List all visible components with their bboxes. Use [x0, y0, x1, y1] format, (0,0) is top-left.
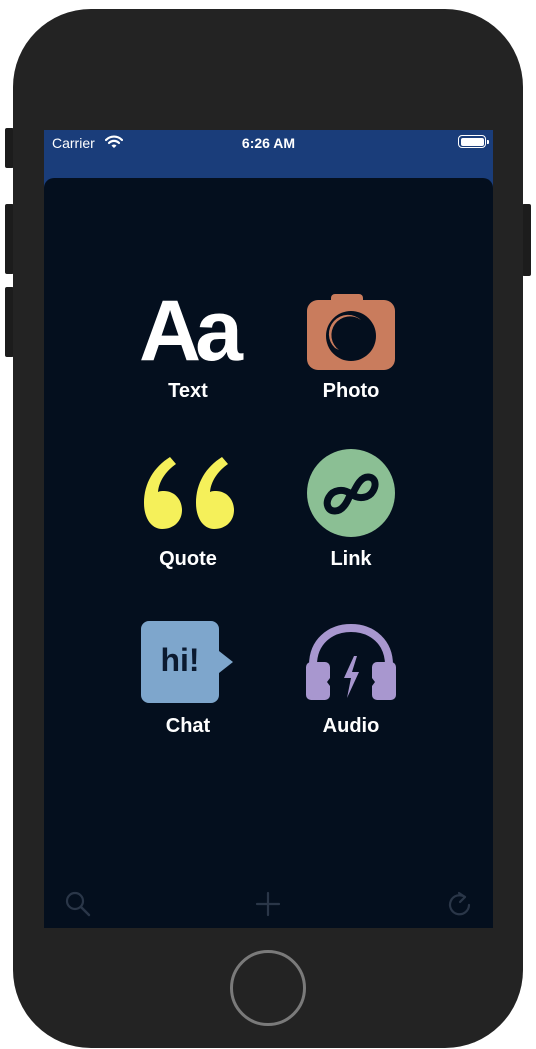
post-type-label: Text: [168, 380, 208, 402]
post-type-link[interactable]: Link: [276, 449, 426, 571]
chat-hi-icon: hi!: [133, 619, 243, 705]
post-type-text[interactable]: Aa Text: [113, 288, 263, 403]
screen: Carrier 6:26 AM Aa Text Photo Quote Link…: [44, 130, 493, 928]
status-bar: Carrier 6:26 AM: [44, 130, 493, 156]
battery-icon: [458, 135, 489, 148]
text-aa-icon: Aa: [139, 283, 243, 379]
power-button: [522, 204, 531, 276]
status-time: 6:26 AM: [241, 135, 296, 151]
post-type-audio[interactable]: Audio: [276, 619, 426, 738]
quote-icon: [133, 450, 243, 536]
home-button[interactable]: [230, 950, 306, 1026]
refresh-icon[interactable]: [446, 890, 474, 918]
post-type-photo[interactable]: Photo: [276, 288, 426, 403]
bottom-toolbar: [44, 880, 493, 928]
search-icon[interactable]: [64, 890, 92, 918]
camera-icon: [296, 288, 406, 374]
post-type-label: Quote: [159, 548, 217, 570]
plus-icon[interactable]: [254, 890, 282, 918]
post-type-label: Chat: [165, 715, 211, 737]
post-type-label: Link: [330, 548, 372, 570]
post-type-label: Audio: [322, 715, 380, 737]
svg-text:hi!: hi!: [160, 642, 199, 678]
headphones-icon: [296, 619, 406, 705]
post-type-sheet: Aa Text Photo Quote Link hi! Chat Audio: [44, 178, 493, 928]
post-type-chat[interactable]: hi! Chat: [113, 619, 263, 738]
link-icon: [296, 449, 406, 537]
post-type-quote[interactable]: Quote: [113, 450, 263, 571]
post-type-label: Photo: [322, 380, 380, 402]
